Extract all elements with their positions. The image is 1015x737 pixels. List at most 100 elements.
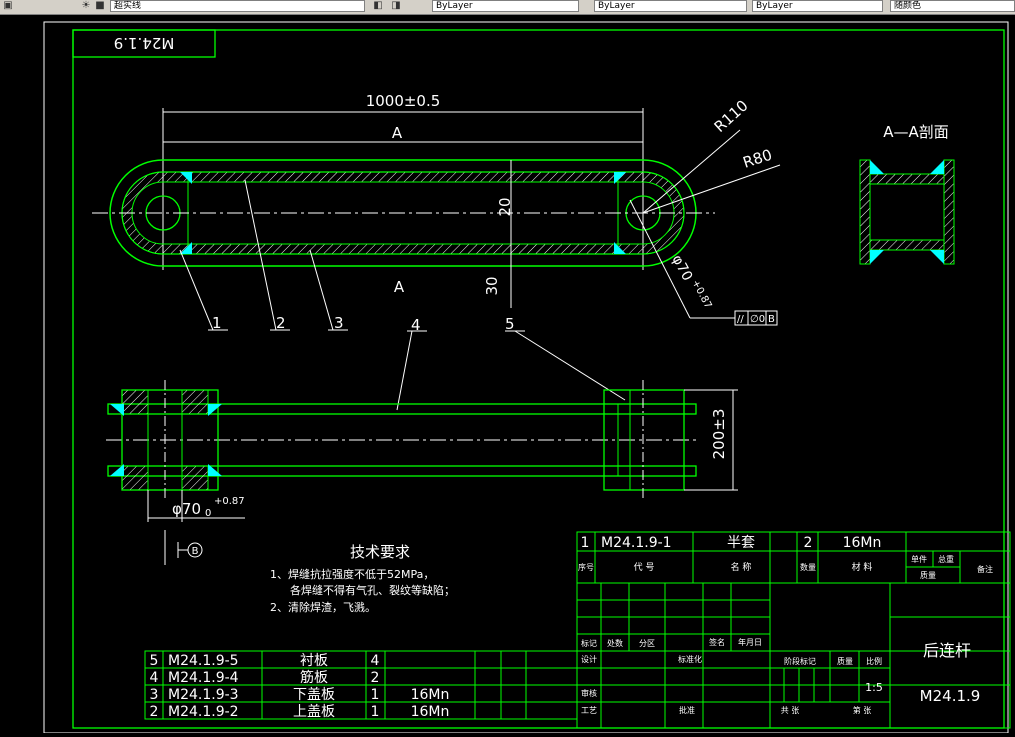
tb-stage: 阶段标记	[784, 656, 816, 666]
dimension-dia-front-sub: 0	[205, 508, 211, 519]
bom-header-unit: 单件	[911, 554, 927, 564]
drawing-canvas[interactable]: M24.1.9 1000±0.5 A A 20 30 R110 R80 φ70 …	[0, 15, 1015, 734]
tolerance-value: ∅0	[750, 314, 765, 325]
properties-toolbar: ▣ ☀ ■ 超实线 ◧ ◨ ByLayer ByLayer ByLayer 随颜…	[0, 0, 1015, 15]
bom-left-qty: 1	[371, 704, 380, 720]
bom-left-code: M24.1.9-4	[168, 670, 239, 686]
tb-part-name: 后连杆	[923, 641, 971, 660]
bom-right-name: 半套	[727, 535, 755, 551]
bom-header-mass: 质量	[920, 570, 936, 580]
color-combo[interactable]: ByLayer	[432, 0, 579, 12]
bom-header-code: 代 号	[634, 562, 655, 573]
front-right-hub	[603, 389, 685, 491]
diameter-tol-text: +0.87	[689, 278, 713, 310]
bom-right-code: M24.1.9-1	[601, 535, 672, 551]
bom-left-name: 上盖板	[293, 704, 335, 720]
tech-req-title: 技术要求	[350, 543, 410, 561]
lower-plate-hatch	[187, 243, 619, 255]
bom-right-no: 1	[581, 535, 590, 551]
tolerance-symbol: //	[737, 314, 744, 325]
section-title: A—A剖面	[883, 123, 949, 141]
radius-80-text: R80	[741, 146, 775, 172]
bom-left-name: 筋板	[300, 669, 328, 686]
section-mark-bottom: A	[394, 278, 405, 296]
layer-combo[interactable]: 超实线	[110, 0, 365, 12]
section-left-flange	[859, 159, 871, 265]
tech-req-line-3: 2、清除焊渣，飞溅。	[270, 600, 376, 614]
section-weld-2	[930, 160, 944, 174]
code-box-text: M24.1.9	[114, 34, 175, 52]
tb-drawing-number: M24.1.9	[920, 687, 981, 705]
front-left-hub-top2	[181, 389, 209, 415]
tb-scale-value: 1:5	[865, 681, 883, 694]
tb-standardize: 标准化	[678, 654, 702, 664]
radius-leader-110	[642, 129, 741, 214]
diameter-text: φ70	[668, 252, 695, 283]
dimension-length-text: 1000±0.5	[366, 92, 441, 110]
tb-process: 工艺	[581, 706, 597, 715]
bom-header-name: 名 称	[731, 561, 752, 573]
bom-header-total: 总重	[938, 554, 954, 564]
dimension-20-text: 20	[496, 197, 514, 216]
radius-110-text: R110	[711, 96, 752, 136]
tech-req-line-2: 各焊缝不得有气孔、裂纹等缺陷；	[290, 583, 455, 597]
linetype-combo[interactable]: ByLayer	[594, 0, 747, 12]
dimension-30-text: 30	[483, 276, 501, 295]
tb-weight: 质量	[837, 656, 853, 666]
balloon-3: 3	[334, 314, 344, 332]
sheet-outer-frame	[43, 21, 1009, 734]
bom-left-name: 衬板	[300, 653, 328, 669]
lightbulb-icon[interactable]: ☀	[80, 0, 92, 11]
bom-left-no: 5	[150, 653, 159, 669]
bom-header-qty: 数量	[800, 562, 816, 572]
balloon-4: 4	[411, 316, 421, 334]
section-weld-3	[870, 250, 884, 264]
dimension-dia-front-sup: +0.87	[214, 496, 245, 507]
plotstyle-combo[interactable]: 随颜色	[890, 0, 1015, 12]
lineweight-combo[interactable]: ByLayer	[752, 0, 883, 12]
balloon-5: 5	[505, 315, 515, 333]
bom-left-code: M24.1.9-5	[168, 653, 239, 669]
upper-plate-hatch	[187, 171, 619, 183]
sheet-inner-frame	[72, 29, 1005, 729]
front-left-hub-top	[121, 389, 149, 415]
tb-mark: 标记	[581, 638, 597, 648]
section-mark-top: A	[392, 124, 403, 142]
section-top-plate	[869, 173, 945, 185]
bom-left-code: M24.1.9-2	[168, 704, 239, 720]
dimension-200-text: 200±3	[710, 409, 728, 460]
tb-sign: 签名	[709, 637, 725, 647]
bom-right-qty: 2	[804, 535, 813, 551]
tb-scale: 比例	[866, 656, 882, 666]
tb-sheet: 第 张	[853, 705, 872, 715]
tech-req-line-1: 1、焊缝抗拉强度不低于52MPa，	[270, 567, 434, 581]
tb-review: 审核	[581, 688, 597, 698]
front-left-hub-bot	[121, 465, 149, 491]
front-left-hub-bot2	[181, 465, 209, 491]
bom-left-qty: 1	[371, 687, 380, 703]
bom-left-no: 2	[150, 704, 159, 720]
tb-zone: 分区	[639, 639, 655, 648]
layer-manager-icon[interactable]: ◧	[372, 0, 384, 11]
window-icon[interactable]: ▣	[2, 0, 14, 11]
bom-left-no: 4	[150, 670, 159, 686]
bom-left-name: 下盖板	[293, 687, 335, 703]
bom-left-qty: 2	[371, 670, 380, 686]
layer-previous-icon[interactable]: ◨	[390, 0, 402, 11]
datum-label: B	[192, 546, 199, 557]
tb-date: 年月日	[738, 637, 762, 647]
layer-lock-icon[interactable]: ■	[94, 0, 106, 11]
balloon-2: 2	[276, 314, 286, 332]
balloon-1: 1	[212, 314, 222, 332]
section-right-flange	[943, 159, 955, 265]
dimension-dia-front-text: φ70	[172, 500, 201, 518]
bom-left-material: 16Mn	[411, 704, 450, 720]
bom-header-no: 序号	[578, 562, 594, 572]
tb-total: 共 张	[781, 706, 800, 715]
section-bottom-plate	[869, 239, 945, 251]
section-weld-1	[870, 160, 884, 174]
bom-header-remark: 备注	[977, 564, 993, 574]
tb-qty: 处数	[607, 638, 623, 648]
bom-right-material: 16Mn	[843, 535, 882, 551]
tolerance-datum: B	[768, 314, 775, 325]
